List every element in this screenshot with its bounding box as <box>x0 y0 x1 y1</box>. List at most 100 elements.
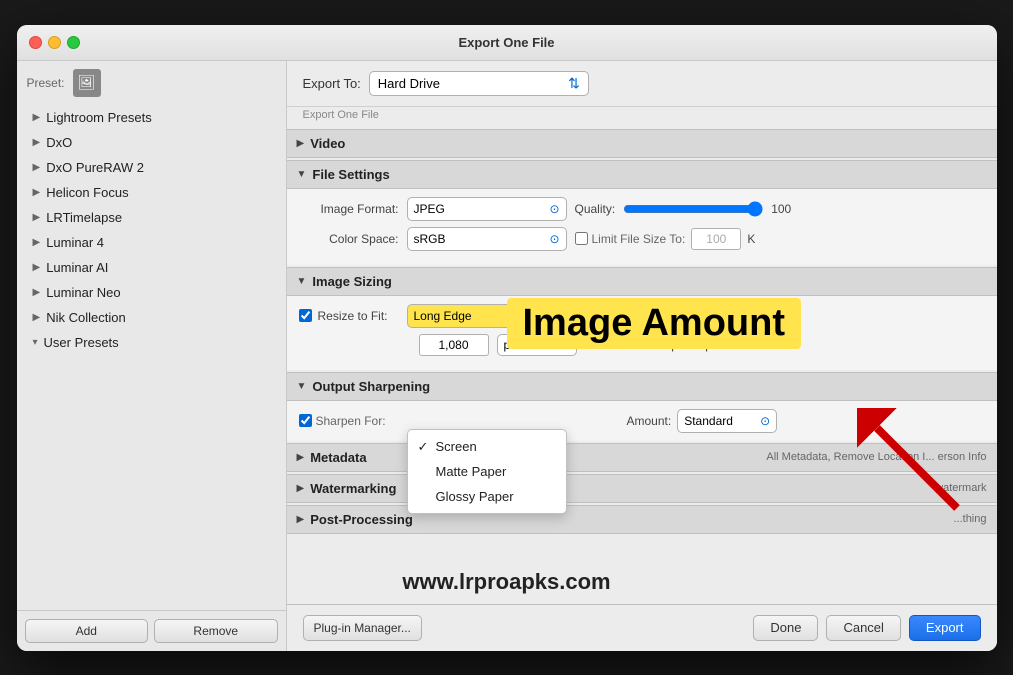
sidebar-item-luminar-neo[interactable]: ▶ Luminar Neo <box>17 280 286 305</box>
metadata-summary: All Metadata, Remove Location I... erson… <box>766 451 986 463</box>
image-icon: 🖼 <box>78 74 96 91</box>
annotation-text: Image Amount <box>523 302 786 344</box>
resize-to-fit-checkbox-label[interactable]: Resize to Fit: <box>299 309 399 323</box>
close-button[interactable] <box>29 36 42 49</box>
triangle-right-icon: ▶ <box>297 483 305 494</box>
file-settings-content: Image Format: JPEG ⊙ Quality: 100 Color … <box>287 189 997 265</box>
post-processing-summary: ...thing <box>953 513 986 525</box>
metadata-section-label: Metadata <box>310 450 366 465</box>
sharpen-for-dropdown[interactable]: Screen Matte Paper Glossy Paper <box>407 429 567 514</box>
export-button[interactable]: Export <box>909 615 981 641</box>
sidebar-item-lrtimelapse[interactable]: ▶ LRTimelapse <box>17 205 286 230</box>
dimension-value-input[interactable] <box>419 334 489 356</box>
sidebar-item-lightroom-presets[interactable]: ▶ Lightroom Presets <box>17 105 286 130</box>
sidebar-item-dxo[interactable]: ▶ DxO <box>17 130 286 155</box>
resize-to-fit-value: Long Edge <box>414 309 520 323</box>
video-section-header[interactable]: ▶ Video <box>287 129 997 158</box>
limit-file-size-checkbox[interactable] <box>575 232 588 245</box>
cancel-button[interactable]: Cancel <box>826 615 900 641</box>
quality-slider[interactable] <box>623 201 763 217</box>
chevron-right-icon: ▶ <box>33 162 41 173</box>
image-format-label: Image Format: <box>299 202 399 216</box>
dropdown-item-glossy-paper[interactable]: Glossy Paper <box>408 484 566 509</box>
export-to-select[interactable]: Hard Drive ⇅ <box>369 71 589 96</box>
sidebar-item-luminar4[interactable]: ▶ Luminar 4 <box>17 230 286 255</box>
image-sizing-header[interactable]: ▼ Image Sizing <box>287 267 997 296</box>
sidebar-item-label: Luminar 4 <box>46 235 104 250</box>
sharpen-for-label: Sharpen For: <box>316 414 386 428</box>
image-sizing-label: Image Sizing <box>312 274 391 289</box>
export-to-row: Export To: Hard Drive ⇅ <box>287 61 997 107</box>
sidebar-item-nik-collection[interactable]: ▶ Nik Collection <box>17 305 286 330</box>
maximize-button[interactable] <box>67 36 80 49</box>
sidebar-item-label: DxO <box>46 135 72 150</box>
triangle-down-icon: ▼ <box>297 276 307 287</box>
window-title: Export One File <box>458 35 554 50</box>
limit-file-size-checkbox-label[interactable]: Limit File Size To: <box>575 232 686 246</box>
sidebar-item-label: Luminar AI <box>46 260 108 275</box>
image-amount-annotation: Image Amount <box>507 298 802 349</box>
post-processing-section-header[interactable]: ▶ Post-Processing ...thing <box>287 505 997 534</box>
sharpen-for-checkbox[interactable] <box>299 414 312 427</box>
sharpen-checkbox-wrapper: Sharpen For: <box>299 414 399 428</box>
sidebar-item-user-presets[interactable]: ▾ User Presets <box>17 330 286 355</box>
sidebar-item-label: User Presets <box>44 335 119 350</box>
image-format-select[interactable]: JPEG ⊙ <box>407 197 567 221</box>
amount-select[interactable]: Standard ⊙ <box>677 409 777 433</box>
export-to-label: Export To: <box>303 76 361 91</box>
dropdown-item-screen[interactable]: Screen <box>408 434 566 459</box>
sidebar-item-luminar-ai[interactable]: ▶ Luminar AI <box>17 255 286 280</box>
sharpen-for-checkbox-label[interactable]: Sharpen For: <box>299 414 399 428</box>
sidebar-item-label: LRTimelapse <box>46 210 122 225</box>
sidebar-top: Preset: 🖼 <box>17 61 286 101</box>
chevron-right-icon: ▶ <box>33 112 41 123</box>
sidebar-item-label: Lightroom Presets <box>46 110 152 125</box>
sharpen-row: Sharpen For: Screen Matte Paper Glossy P… <box>299 409 985 433</box>
sidebar-item-dxo-pureraw[interactable]: ▶ DxO PureRAW 2 <box>17 155 286 180</box>
export-sub-label: Export One File <box>287 107 997 123</box>
metadata-section-header[interactable]: ▶ Metadata All Metadata, Remove Location… <box>287 443 997 472</box>
dialog-body: Preset: 🖼 ▶ Lightroom Presets ▶ DxO ▶ Dx… <box>17 61 997 651</box>
color-space-row: Color Space: sRGB ⊙ Limit File Size To: … <box>299 227 985 251</box>
quality-label: Quality: <box>575 202 616 216</box>
output-sharpening-header[interactable]: ▼ Output Sharpening <box>287 372 997 401</box>
export-to-value: Hard Drive <box>378 76 562 91</box>
file-settings-header[interactable]: ▼ File Settings <box>287 160 997 189</box>
add-preset-button[interactable]: Add <box>25 619 149 643</box>
select-arrow-icon: ⊙ <box>549 202 559 216</box>
color-space-label: Color Space: <box>299 232 399 246</box>
sidebar-item-helicon-focus[interactable]: ▶ Helicon Focus <box>17 180 286 205</box>
preset-icon-box: 🖼 <box>73 69 101 97</box>
chevron-right-icon: ▶ <box>33 237 41 248</box>
select-arrow-icon: ⊙ <box>549 232 559 246</box>
chevron-down-icon: ▾ <box>33 337 38 348</box>
resize-to-fit-label: Resize to Fit: <box>318 309 388 323</box>
traffic-lights <box>29 36 80 49</box>
quality-row: Quality: 100 <box>575 201 802 217</box>
color-space-select[interactable]: sRGB ⊙ <box>407 227 567 251</box>
resize-checkbox-wrapper: Resize to Fit: <box>299 309 399 323</box>
output-sharpening-label: Output Sharpening <box>312 379 430 394</box>
done-button[interactable]: Done <box>753 615 818 641</box>
chevron-right-icon: ▶ <box>33 187 41 198</box>
image-format-row: Image Format: JPEG ⊙ Quality: 100 <box>299 197 985 221</box>
chevron-right-icon: ▶ <box>33 262 41 273</box>
resize-to-fit-checkbox[interactable] <box>299 309 312 322</box>
select-arrows-icon: ⇅ <box>568 75 580 92</box>
preset-label: Preset: <box>27 76 65 90</box>
sidebar-bottom: Add Remove <box>17 610 286 651</box>
triangle-right-icon: ▶ <box>297 514 305 525</box>
remove-preset-button[interactable]: Remove <box>154 619 278 643</box>
bottom-right-buttons: Done Cancel Export <box>753 615 980 641</box>
quality-value: 100 <box>771 202 801 216</box>
title-bar: Export One File <box>17 25 997 61</box>
watermarking-section-header[interactable]: ▶ Watermarking watermark <box>287 474 997 503</box>
triangle-right-icon: ▶ <box>297 452 305 463</box>
select-arrow-icon: ⊙ <box>760 414 770 428</box>
plugin-manager-button[interactable]: Plug-in Manager... <box>303 615 422 641</box>
chevron-right-icon: ▶ <box>33 312 41 323</box>
limit-file-size-row: Limit File Size To: K <box>575 228 756 250</box>
limit-file-size-input[interactable] <box>691 228 741 250</box>
dropdown-item-matte-paper[interactable]: Matte Paper <box>408 459 566 484</box>
minimize-button[interactable] <box>48 36 61 49</box>
